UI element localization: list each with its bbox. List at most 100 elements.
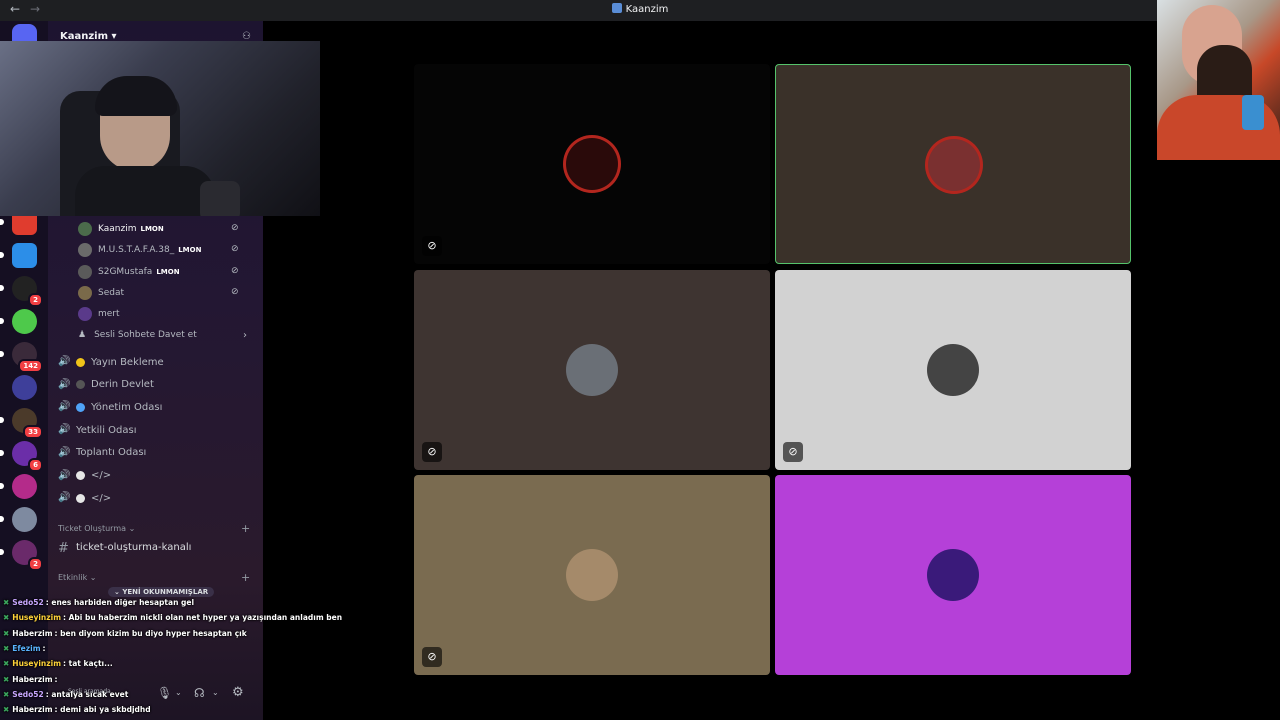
chat-username: Haberzim <box>12 628 53 638</box>
speaker-icon: 🔊 <box>58 446 71 458</box>
participant-avatar <box>927 549 979 601</box>
video-tile[interactable]: ⊘ <box>414 64 770 264</box>
voice-channel[interactable]: 🔊 </> <box>58 467 111 485</box>
voice-member[interactable]: mert <box>78 306 120 322</box>
badge-icon: ✖ <box>3 674 10 684</box>
avatar <box>78 307 92 322</box>
member-name: mert <box>98 309 120 320</box>
member-tag: LMON <box>156 267 180 276</box>
chat-text: : Abi bu haberzim nickli olan net hyper … <box>63 613 343 623</box>
chevron-right-icon: › <box>243 329 247 341</box>
hashtag-icon: # <box>58 541 69 556</box>
voice-member[interactable]: M.U.S.T.A.F.A.38_ LMON <box>78 242 201 258</box>
chat-message: ✖ Efezim: <box>3 644 46 653</box>
voice-member[interactable]: Kaanzim LMON <box>78 221 164 237</box>
server-icon[interactable] <box>0 507 37 532</box>
channel-label: Toplantı Odası <box>76 447 147 459</box>
voice-channel[interactable]: 🔊 </> <box>58 489 111 507</box>
voice-channel[interactable]: 🔊 Toplantı Odası <box>58 444 146 462</box>
channel-label: Yönetim Odası <box>91 401 163 413</box>
voice-channel[interactable]: 🔊 Yönetim Odası <box>58 398 162 416</box>
mic-off-icon: ⊘ <box>231 286 239 297</box>
video-tile[interactable] <box>775 475 1131 675</box>
unread-indicator <box>0 219 4 225</box>
avatar <box>78 285 92 300</box>
channel-emoji-icon <box>76 493 85 503</box>
video-tile[interactable]: ⊘ <box>414 475 770 675</box>
hair <box>95 76 177 116</box>
video-tile[interactable]: ⊘ <box>775 270 1131 470</box>
add-channel-icon[interactable]: + <box>241 522 250 535</box>
participant-avatar <box>566 344 618 396</box>
mic-off-icon: ⊘ <box>231 265 239 276</box>
participant-avatar <box>928 139 980 191</box>
member-name: M.U.S.T.A.F.A.38_ <box>98 245 175 256</box>
server-icon[interactable] <box>0 243 37 268</box>
video-tile[interactable] <box>775 64 1131 264</box>
unread-indicator <box>0 450 4 456</box>
server-icon[interactable]: 33 <box>0 408 43 439</box>
chat-message: ✖ Huseyinzim: tat kaçtı... <box>3 659 113 668</box>
gear-icon[interactable]: ⚙ <box>232 685 244 700</box>
badge-icon: ✖ <box>3 689 10 699</box>
participant-avatar <box>927 344 979 396</box>
server-icon[interactable] <box>0 474 37 499</box>
chevron-down-icon[interactable]: ⌄ <box>175 688 182 697</box>
headphones-icon[interactable]: ☊ <box>194 686 205 700</box>
add-channel-icon[interactable]: + <box>241 571 250 584</box>
server-icon[interactable]: 2 <box>0 276 43 307</box>
channel-emoji-icon <box>76 471 85 480</box>
video-tile[interactable]: ⊘ <box>414 270 770 470</box>
mic-off-icon: ⊘ <box>231 244 239 255</box>
badge-icon: ✖ <box>3 613 10 623</box>
channel-emoji-icon <box>76 402 85 412</box>
badge-icon: ✖ <box>3 598 10 607</box>
server-icon[interactable] <box>12 375 37 400</box>
member-tag: LMON <box>178 246 202 255</box>
chevron-down-icon[interactable]: ⌄ <box>212 688 219 697</box>
streamer-webcam <box>0 41 320 216</box>
chat-text: : tat kaçtı... <box>63 659 113 669</box>
shirt <box>75 166 215 216</box>
speaker-icon: 🔊 <box>58 356 71 367</box>
voice-member[interactable]: S2GMustafa LMON <box>78 264 180 280</box>
window-title: Kaanzim <box>625 4 669 15</box>
channel-label: Derin Devlet <box>91 379 154 391</box>
server-icon[interactable]: 142 <box>0 342 43 373</box>
voice-member[interactable]: Sedat <box>78 285 124 301</box>
avatar <box>78 243 92 258</box>
avatar <box>78 222 92 236</box>
category-ticket[interactable]: Ticket Oluşturma ⌄ <box>58 524 135 533</box>
server-icon[interactable]: 2 <box>0 540 43 571</box>
speaker-icon: 🔊 <box>58 424 71 436</box>
channel-emoji-icon <box>76 380 85 390</box>
mic-off-icon: ⊘ <box>231 223 239 233</box>
server-icon[interactable] <box>0 309 37 334</box>
participant-avatar <box>566 549 618 601</box>
microphone <box>200 181 240 216</box>
invite-to-voice-button[interactable]: ♟ Sesli Sohbete Davet et › <box>78 327 247 343</box>
chat-username: Sedo52 <box>12 689 44 699</box>
voice-channel[interactable]: 🔊 Yayın Bekleme <box>58 353 164 371</box>
category-event[interactable]: Etkinlik ⌄ <box>58 573 96 582</box>
badge-icon: ✖ <box>3 628 10 638</box>
member-name: Sedat <box>98 287 125 298</box>
add-user-icon: ♟ <box>78 330 87 340</box>
voice-channel[interactable]: 🔊 Yetkili Odası <box>58 421 137 439</box>
chat-text: : enes harbiden diğer hesaptan gel <box>45 598 195 607</box>
title-bar: ← → Kaanzim <box>0 0 1280 21</box>
microphone-icon[interactable]: 🎙 <box>157 686 172 700</box>
text-channel-ticket[interactable]: # ticket-oluşturma-kanalı <box>58 538 191 556</box>
channel-label: Yetkili Odası <box>76 424 137 436</box>
member-name: S2GMustafa <box>98 266 153 277</box>
member-tag: LMON <box>140 225 164 233</box>
mention-badge: 142 <box>18 359 43 373</box>
mention-badge: 6 <box>28 458 43 472</box>
chat-username: Haberzim <box>12 674 53 684</box>
channel-emoji-icon <box>76 357 85 367</box>
mic-off-icon: ⊘ <box>422 442 442 462</box>
chat-username: Huseyinzim <box>12 659 62 669</box>
unread-banner[interactable]: ⌄ YENİ OKUNMAMIŞLAR <box>108 587 215 597</box>
voice-channel[interactable]: 🔊 Derin Devlet <box>58 376 154 394</box>
server-icon[interactable]: 6 <box>0 441 43 472</box>
